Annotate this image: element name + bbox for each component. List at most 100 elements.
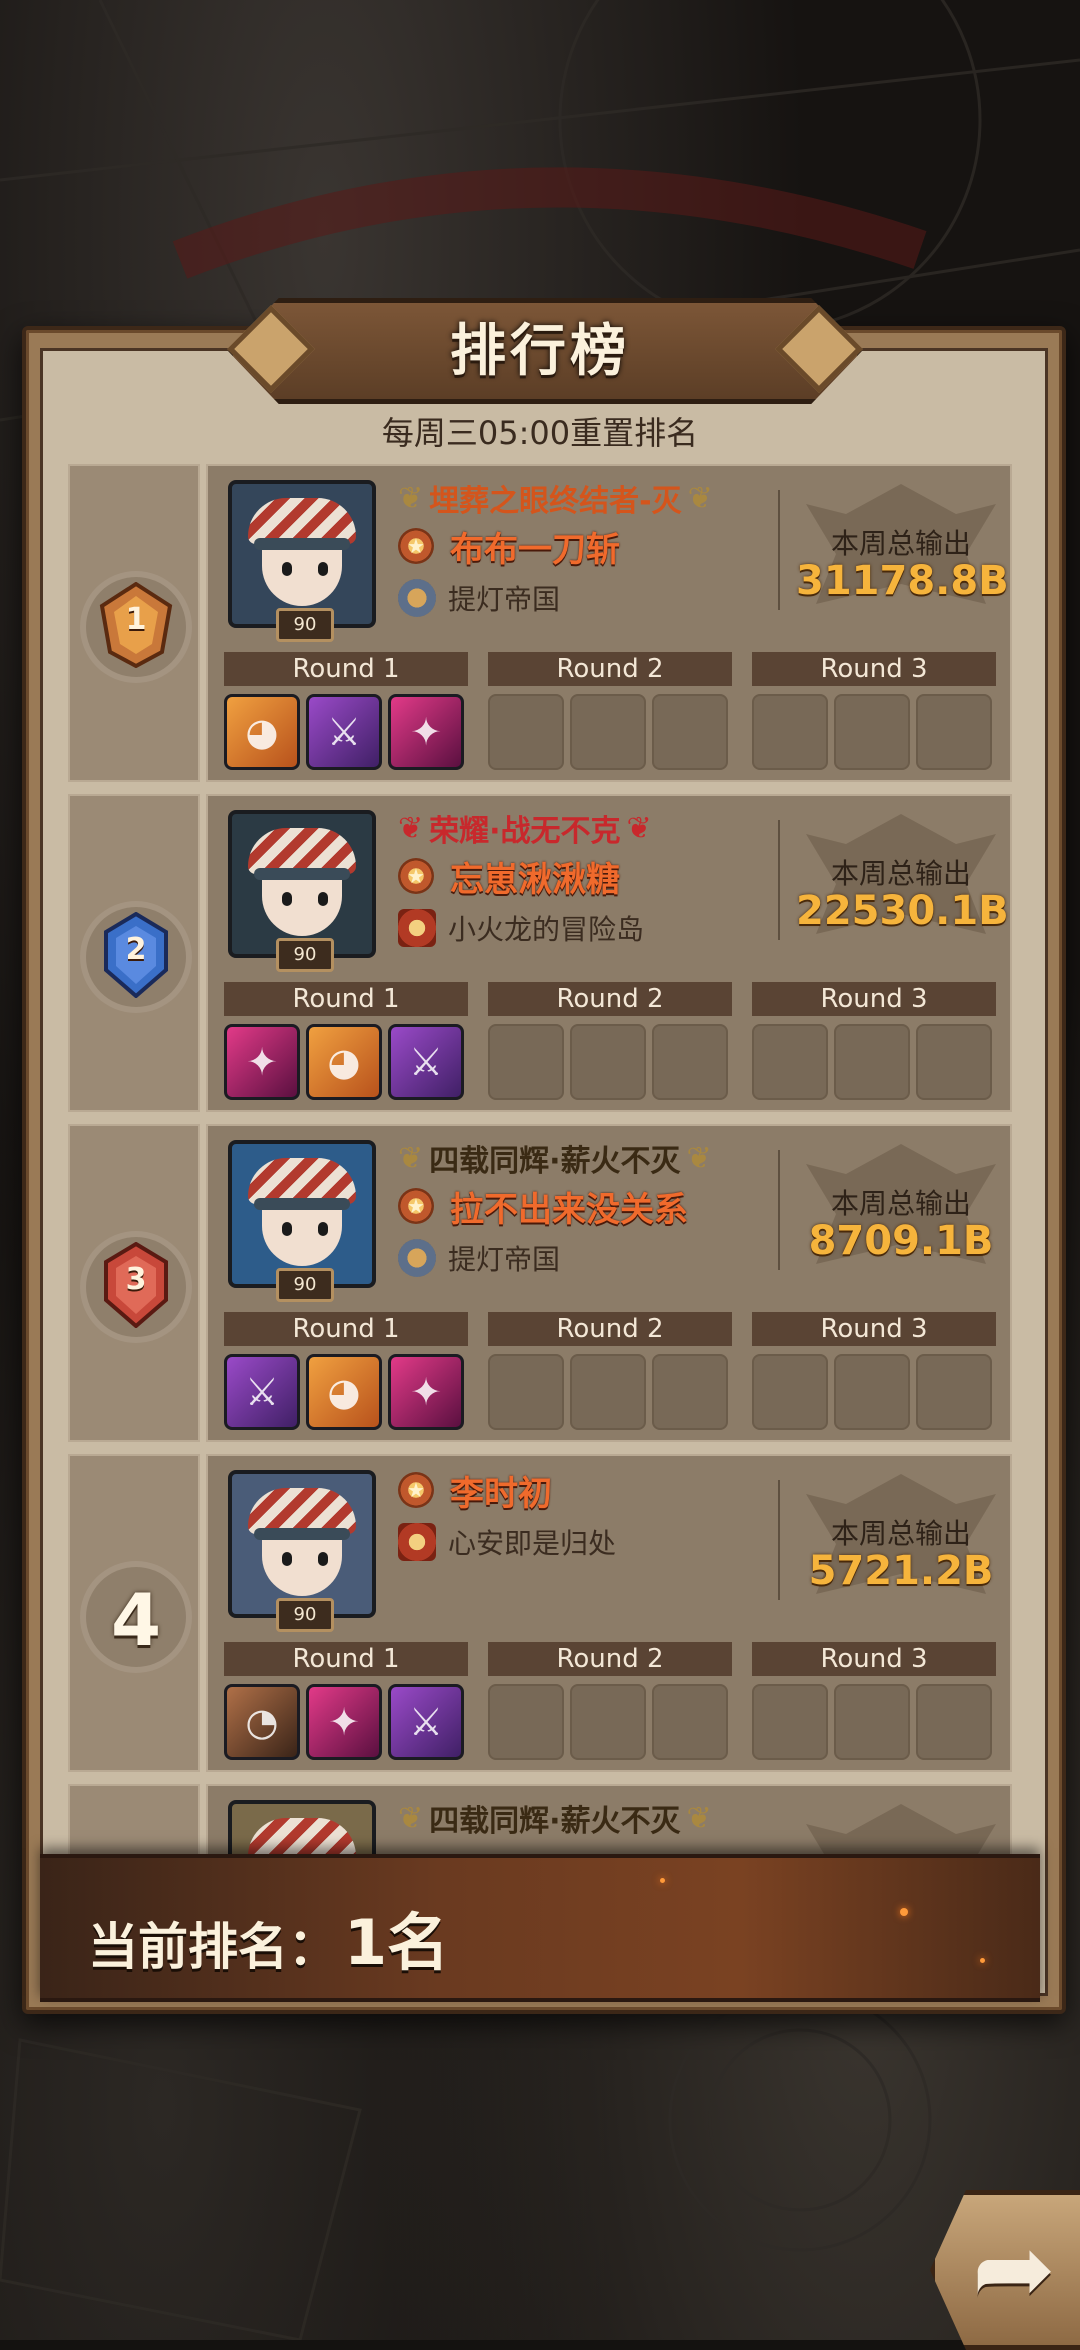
round-1-group: Round 1 ◔ ✦ ⚔: [224, 1642, 468, 1760]
round-2-group: Round 2: [488, 1642, 732, 1760]
round-3-group: Round 3: [752, 982, 996, 1100]
laurel-right-icon: ❦: [686, 1800, 712, 1836]
laurel-left-icon: ❦: [398, 480, 424, 516]
divider: [778, 1480, 780, 1600]
slot-glyph: ◕: [245, 710, 279, 754]
empty-slot: [752, 694, 828, 770]
round-1-group: Round 1 ⚔ ◕ ✦: [224, 1312, 468, 1430]
guild-name: 心安即是归处: [448, 1527, 617, 1560]
guild-line: 提灯帝国: [398, 578, 560, 618]
empty-slot: [488, 1684, 564, 1760]
reset-notice: 每周三05:00重置排名: [381, 414, 699, 452]
guild-line: 提灯帝国: [398, 1238, 560, 1278]
pink-dragon-icon[interactable]: ✦: [306, 1684, 382, 1760]
damage-label: 本周总输出: [830, 527, 971, 560]
current-rank-label: 当前排名：: [88, 1918, 338, 1976]
player-name[interactable]: 李时初: [450, 1466, 552, 1515]
slot-glyph: ⚔: [408, 1700, 444, 1744]
honor-title: ❦ 荣耀·战无不克 ❦: [398, 808, 652, 850]
current-rank: 当前排名： 1名: [88, 1892, 449, 1982]
avatar-eye: [318, 562, 328, 576]
empty-slot: [916, 1024, 992, 1100]
round-1-header: Round 1: [224, 652, 468, 686]
ranking-list[interactable]: 1 90 ❦ 埋葬之眼终结者-灭 ❦ ★ 布布一刀斩 提灯帝国 本周总输出 31…: [68, 464, 1012, 1854]
pink-dragon-icon[interactable]: ✦: [388, 694, 464, 770]
current-rank-bar: 当前排名： 1名: [40, 1854, 1040, 2002]
avatar-band: [254, 868, 350, 880]
guild-name: 小火龙的冒险岛: [448, 913, 645, 946]
slot-glyph: ⚔: [326, 710, 362, 754]
guild-name: 提灯帝国: [448, 583, 561, 616]
star-badge-icon: ★: [398, 858, 434, 894]
ranking-row-1[interactable]: 1 90 ❦ 埋葬之眼终结者-灭 ❦ ★ 布布一刀斩 提灯帝国 本周总输出 31…: [68, 464, 1012, 782]
player-name[interactable]: 布布一刀斩: [450, 522, 620, 571]
player-name[interactable]: 拉不出来没关系: [450, 1182, 688, 1231]
round-2-group: Round 2: [488, 1312, 732, 1430]
ranking-row-2[interactable]: 2 90 ❦ 荣耀·战无不克 ❦ ★ 忘崽湫湫糖 小火龙的冒险岛 本周总输出 2…: [68, 794, 1012, 1112]
player-name-line: ★ 李时初: [398, 1466, 552, 1515]
rank-cell: 4: [68, 1454, 200, 1772]
round-3-header: Round 3: [752, 1312, 996, 1346]
damage-label: 本周总输出: [830, 1187, 971, 1220]
share-arrow-icon[interactable]: ➦: [972, 2210, 1056, 2327]
player-name[interactable]: 忘崽湫湫糖: [450, 852, 620, 901]
avatar-eye: [318, 892, 328, 906]
honor-title: ❦ 四载同辉·薪火不灭 ❦: [398, 1798, 712, 1840]
slot-glyph: ✦: [246, 1040, 278, 1084]
round-2-header: Round 2: [488, 1642, 732, 1676]
damage-value: 22530.1B: [796, 888, 1009, 934]
orange-beast-icon[interactable]: ◕: [224, 694, 300, 770]
empty-slot: [834, 1684, 910, 1760]
orange-beast-icon[interactable]: ◕: [306, 1024, 382, 1100]
brown-beast-icon[interactable]: ◔: [224, 1684, 300, 1760]
round-2-header: Round 2: [488, 652, 732, 686]
player-avatar[interactable]: [224, 1796, 380, 1854]
avatar-eye: [282, 892, 292, 906]
guild-emblem-icon: [398, 1523, 436, 1561]
laurel-left-icon: ❦: [398, 810, 424, 846]
slot-glyph: ◕: [327, 1040, 361, 1084]
damage-label: 本周总输出: [830, 857, 971, 890]
empty-slot: [652, 1024, 728, 1100]
honor-text: 埋葬之眼终结者-灭: [429, 484, 682, 519]
ranking-row-5[interactable]: ❦ 四载同辉·薪火不灭 ❦: [68, 1784, 1012, 1854]
guild-emblem-icon: [398, 909, 436, 947]
level-badge: 90: [276, 608, 334, 642]
player-avatar[interactable]: 90: [224, 806, 380, 972]
purple-dragon-icon[interactable]: ⚔: [388, 1684, 464, 1760]
guild-name: 提灯帝国: [448, 1243, 561, 1276]
laurel-right-icon: ❦: [687, 480, 713, 516]
laurel-left-icon: ❦: [398, 1140, 424, 1176]
ranking-row-3[interactable]: 3 90 ❦ 四载同辉·薪火不灭 ❦ ★ 拉不出来没关系 提灯帝国 本周总输出 …: [68, 1124, 1012, 1442]
round-3-group: Round 3: [752, 1312, 996, 1430]
orange-beast-icon[interactable]: ◕: [306, 1354, 382, 1430]
player-avatar[interactable]: 90: [224, 476, 380, 642]
purple-dragon-icon[interactable]: ⚔: [224, 1354, 300, 1430]
purple-dragon-icon[interactable]: ⚔: [306, 694, 382, 770]
honor-text: 四载同辉·薪火不灭: [429, 1144, 681, 1179]
empty-slot: [488, 1024, 564, 1100]
player-avatar[interactable]: 90: [224, 1466, 380, 1632]
ranking-row-4[interactable]: 4 90 ★ 李时初 心安即是归处 本周总输出 5721.2B Round 1 …: [68, 1454, 1012, 1772]
avatar-band: [254, 1198, 350, 1210]
slot-glyph: ✦: [410, 1370, 442, 1414]
slot-glyph: ⚔: [244, 1370, 280, 1414]
round-2-header: Round 2: [488, 982, 732, 1016]
avatar-eye: [282, 1222, 292, 1236]
slot-glyph: ⚔: [408, 1040, 444, 1084]
ember-spark: [980, 1958, 985, 1963]
pink-dragon-icon[interactable]: ✦: [388, 1354, 464, 1430]
damage-value: 8709.1B: [808, 1218, 994, 1264]
rank-cell: 1: [68, 464, 200, 782]
laurel-right-icon: ❦: [686, 1140, 712, 1176]
purple-dragon-icon[interactable]: ⚔: [388, 1024, 464, 1100]
player-avatar[interactable]: 90: [224, 1136, 380, 1302]
damage-value: 5721.2B: [808, 1548, 994, 1594]
round-3-header: Round 3: [752, 1642, 996, 1676]
dragon-crest-icon: [806, 1804, 996, 1854]
pink-dragon-icon[interactable]: ✦: [224, 1024, 300, 1100]
star-badge-icon: ★: [398, 528, 434, 564]
empty-slot: [652, 1354, 728, 1430]
empty-slot: [652, 694, 728, 770]
honor-text: 荣耀·战无不克: [429, 814, 621, 849]
